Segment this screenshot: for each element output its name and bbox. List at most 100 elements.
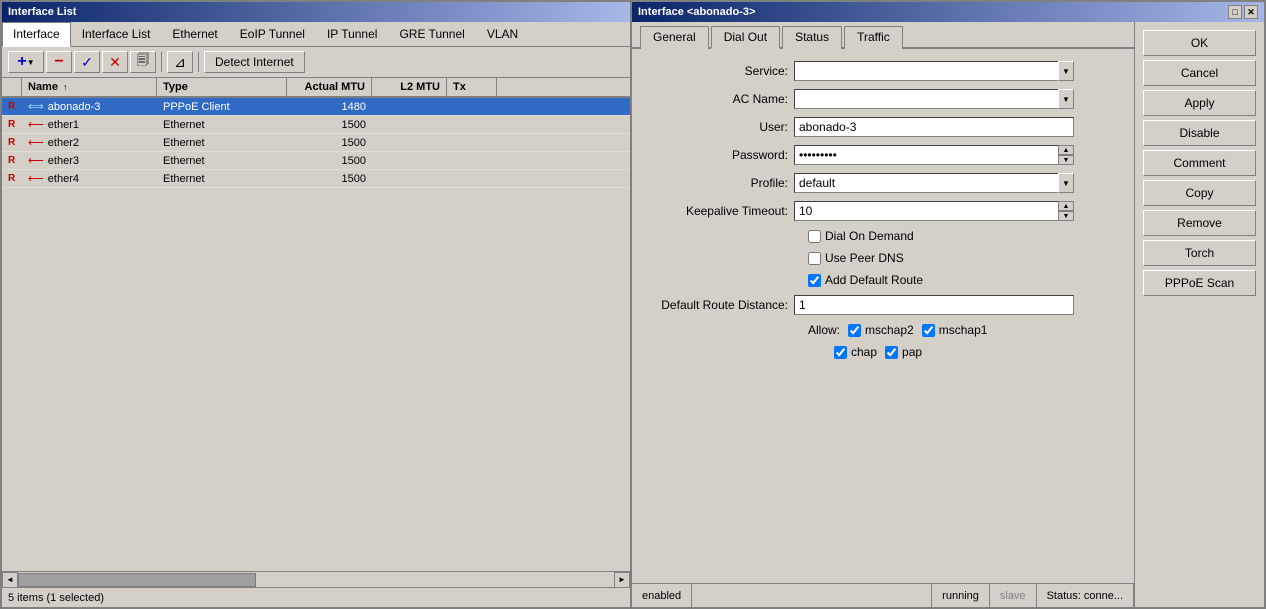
ok-button[interactable]: OK — [1143, 30, 1256, 56]
row-marker: R — [2, 154, 22, 167]
col-name[interactable]: Name ↑ — [22, 78, 157, 96]
table-row[interactable]: R ⟵ ether4 Ethernet 1500 — [2, 170, 630, 188]
keepalive-down-button[interactable]: ▼ — [1058, 211, 1074, 221]
mschap2-checkbox[interactable] — [848, 324, 861, 337]
menu-ethernet[interactable]: Ethernet — [161, 22, 228, 46]
add-default-route-checkbox[interactable] — [808, 274, 821, 287]
close-button[interactable]: ✕ — [1244, 5, 1258, 19]
pppoe-scan-button[interactable]: PPPoE Scan — [1143, 270, 1256, 296]
password-up-button[interactable]: ▲ — [1058, 145, 1074, 155]
scroll-right-button[interactable]: ► — [614, 572, 630, 588]
scroll-left-button[interactable]: ◄ — [2, 572, 18, 588]
status-slave: slave — [990, 584, 1037, 607]
acname-input[interactable] — [794, 89, 1058, 109]
menu-interface[interactable]: Interface — [2, 22, 71, 47]
col-actual-mtu[interactable]: Actual MTU — [287, 78, 372, 96]
default-route-dist-row: Default Route Distance: — [648, 295, 1118, 315]
remove-button[interactable]: Remove — [1143, 210, 1256, 236]
menu-gre-tunnel[interactable]: GRE Tunnel — [388, 22, 475, 46]
interface-icon: ⟵ — [28, 118, 44, 131]
service-dropdown-button[interactable]: ▼ — [1058, 61, 1074, 81]
allow-label: Allow: — [808, 323, 840, 337]
detect-internet-button[interactable]: Detect Internet — [204, 51, 305, 73]
row-name: ⟵ ether2 — [22, 135, 157, 150]
mschap1-checkbox[interactable] — [922, 324, 935, 337]
user-row: User: — [648, 117, 1118, 137]
copy-button[interactable]: 🗐 — [130, 51, 156, 73]
row-type: Ethernet — [157, 136, 287, 150]
dial-on-demand-label: Dial On Demand — [825, 229, 914, 243]
row-mtu: 1500 — [287, 154, 372, 168]
table-row[interactable]: R ⟵ ether1 Ethernet 1500 — [2, 116, 630, 134]
password-row: Password: ▲ ▼ — [648, 145, 1118, 165]
pap-label: pap — [902, 345, 922, 359]
table-row[interactable]: R ⟺ abonado-3 PPPoE Client 1480 — [2, 98, 630, 116]
pap-checkbox[interactable] — [885, 346, 898, 359]
keepalive-up-button[interactable]: ▲ — [1058, 201, 1074, 211]
col-tx[interactable]: Tx — [447, 78, 497, 96]
apply-button[interactable]: Apply — [1143, 90, 1256, 116]
default-route-dist-input[interactable] — [794, 295, 1074, 315]
separator — [161, 52, 162, 72]
default-route-dist-label: Default Route Distance: — [648, 298, 788, 312]
keepalive-input-group: ▲ ▼ — [794, 201, 1074, 221]
service-row: Service: ▼ — [648, 61, 1118, 81]
hscroll-track[interactable] — [18, 573, 614, 587]
dial-on-demand-checkbox[interactable] — [808, 230, 821, 243]
profile-dropdown-button[interactable]: ▼ — [1058, 173, 1074, 193]
menu-ip-tunnel[interactable]: IP Tunnel — [316, 22, 388, 46]
acname-label: AC Name: — [648, 92, 788, 106]
chap-checkbox[interactable] — [834, 346, 847, 359]
remove-button[interactable]: − — [46, 51, 72, 73]
row-type: Ethernet — [157, 118, 287, 132]
right-content: General Dial Out Status Traffic Service:… — [632, 22, 1264, 607]
add-button[interactable]: + ▼ — [8, 51, 44, 73]
torch-button[interactable]: Torch — [1143, 240, 1256, 266]
profile-input[interactable] — [794, 173, 1058, 193]
password-down-button[interactable]: ▼ — [1058, 155, 1074, 165]
restore-button[interactable]: □ — [1228, 5, 1242, 19]
pap-group: pap — [885, 345, 922, 359]
keepalive-label: Keepalive Timeout: — [648, 204, 788, 218]
tab-dial-out[interactable]: Dial Out — [711, 26, 780, 49]
row-tx — [447, 160, 497, 162]
row-marker: R — [2, 172, 22, 185]
comment-button[interactable]: Comment — [1143, 150, 1256, 176]
tab-general[interactable]: General — [640, 26, 709, 49]
user-label: User: — [648, 120, 788, 134]
menu-interface-list[interactable]: Interface List — [71, 22, 162, 46]
filter-button[interactable]: ⊿ — [167, 51, 193, 73]
row-mtu: 1500 — [287, 118, 372, 132]
use-peer-dns-checkbox[interactable] — [808, 252, 821, 265]
service-input[interactable] — [794, 61, 1058, 81]
col-l2mtu[interactable]: L2 MTU — [372, 78, 447, 96]
interface-icon: ⟵ — [28, 136, 44, 149]
col-type[interactable]: Type — [157, 78, 287, 96]
keepalive-input[interactable] — [794, 201, 1058, 221]
password-input[interactable] — [794, 145, 1058, 165]
sort-icon: ↑ — [63, 82, 68, 92]
tab-status[interactable]: Status — [782, 26, 842, 49]
table-row[interactable]: R ⟵ ether3 Ethernet 1500 — [2, 152, 630, 170]
mschap1-group: mschap1 — [922, 323, 988, 337]
table-row[interactable]: R ⟵ ether2 Ethernet 1500 — [2, 134, 630, 152]
profile-row: Profile: ▼ — [648, 173, 1118, 193]
row-mtu: 1480 — [287, 100, 372, 114]
left-window-title: Interface List — [2, 2, 630, 22]
hscroll-thumb[interactable] — [18, 573, 256, 587]
row-l2mtu — [372, 142, 447, 144]
menu-vlan[interactable]: VLAN — [476, 22, 529, 46]
use-peer-dns-group: Use Peer DNS — [808, 251, 904, 265]
user-input[interactable] — [794, 117, 1074, 137]
menu-eoip-tunnel[interactable]: EoIP Tunnel — [229, 22, 316, 46]
disable-button[interactable]: Disable — [1143, 120, 1256, 146]
acname-dropdown-button[interactable]: ▼ — [1058, 89, 1074, 109]
copy-button[interactable]: Copy — [1143, 180, 1256, 206]
x-button[interactable]: ✕ — [102, 51, 128, 73]
add-default-route-group: Add Default Route — [808, 273, 923, 287]
check-button[interactable]: ✓ — [74, 51, 100, 73]
status-connection: Status: conne... — [1037, 584, 1134, 607]
keepalive-arrows: ▲ ▼ — [1058, 201, 1074, 221]
tab-traffic[interactable]: Traffic — [844, 26, 903, 49]
cancel-button[interactable]: Cancel — [1143, 60, 1256, 86]
